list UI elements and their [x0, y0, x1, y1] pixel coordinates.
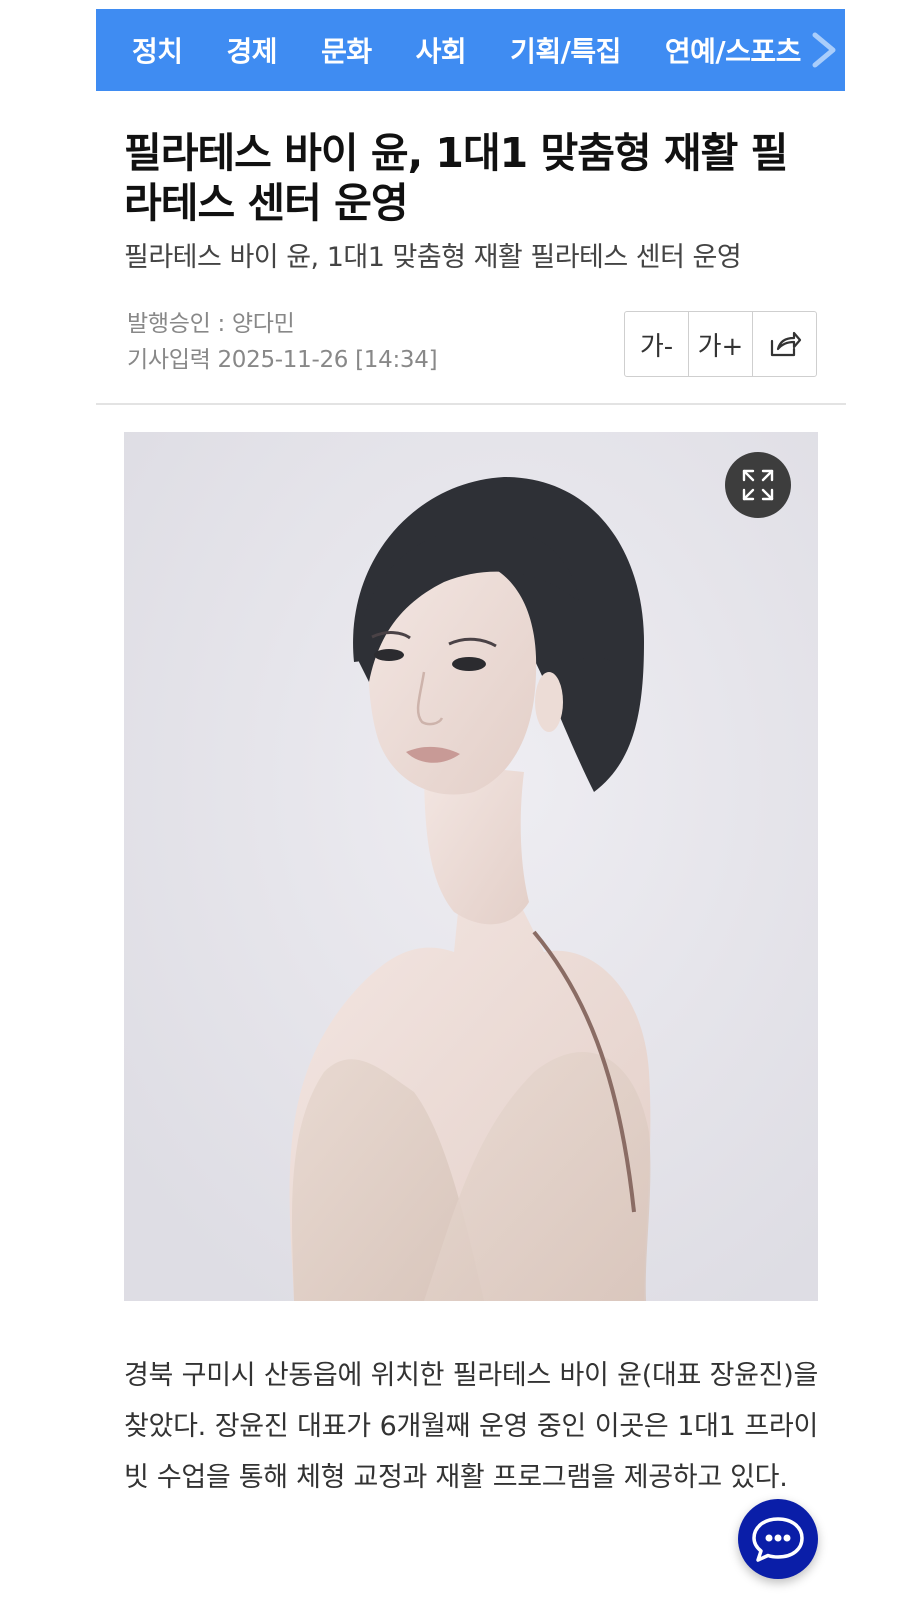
- nav-item-economy[interactable]: 경제: [227, 30, 278, 70]
- article-meta: 발행승인 : 양다민 기사입력 2025-11-26 [14:34]: [127, 306, 438, 378]
- header-divider: [96, 403, 846, 405]
- article-body: 경북 구미시 산동읍에 위치한 필라테스 바이 윤(대표 장윤진)을 찾았다. …: [124, 1360, 818, 1493]
- expand-icon: [742, 469, 774, 501]
- chat-button[interactable]: [738, 1499, 818, 1579]
- share-button[interactable]: [752, 312, 816, 376]
- nav-item-politics[interactable]: 정치: [132, 30, 183, 70]
- nav-item-feature[interactable]: 기획/특집: [510, 30, 621, 70]
- nav-item-culture[interactable]: 문화: [321, 30, 372, 70]
- article-tools: 가- 가+: [624, 311, 817, 377]
- portrait-illustration: [124, 432, 818, 1301]
- article-page: 정치 경제 문화 사회 기획/특집 연예/스포츠 필라테스 바이 윤, 1대1 …: [0, 0, 900, 1601]
- category-nav: 정치 경제 문화 사회 기획/특집 연예/스포츠: [96, 9, 845, 91]
- category-nav-items: 정치 경제 문화 사회 기획/특집 연예/스포츠: [96, 9, 845, 91]
- chevron-right-icon[interactable]: [809, 31, 839, 69]
- publisher-line: 발행승인 : 양다민: [127, 311, 295, 337]
- expand-photo-button[interactable]: [725, 452, 791, 518]
- article-photo[interactable]: [124, 432, 818, 1301]
- date-line: 기사입력 2025-11-26 [14:34]: [127, 347, 438, 373]
- chat-bubble-icon: [752, 1517, 804, 1562]
- nav-item-society[interactable]: 사회: [416, 30, 467, 70]
- font-increase-button[interactable]: 가+: [688, 312, 752, 376]
- article-title: 필라테스 바이 윤, 1대1 맞춤형 재활 필라테스 센터 운영: [124, 129, 788, 227]
- article-subtitle: 필라테스 바이 윤, 1대1 맞춤형 재활 필라테스 센터 운영: [124, 242, 742, 273]
- font-decrease-button[interactable]: 가-: [625, 312, 688, 376]
- nav-item-entertainment-sports[interactable]: 연예/스포츠: [665, 30, 802, 70]
- share-icon: [770, 331, 801, 357]
